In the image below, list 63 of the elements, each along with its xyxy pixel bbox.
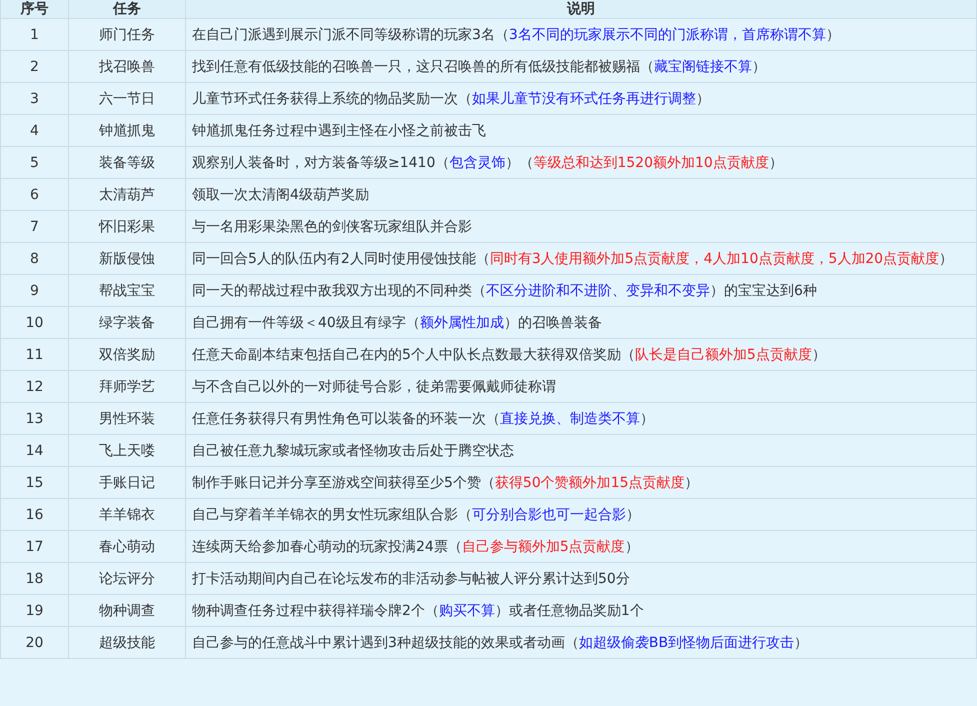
table-cell: 20: [1, 627, 69, 659]
table-cell: 师门任务: [69, 19, 186, 51]
table-cell: 男性环装: [69, 403, 186, 435]
table-cell: 双倍奖励: [69, 339, 186, 371]
description-cell: 领取一次太清阁4级葫芦奖励: [186, 179, 977, 211]
description-cell: 同一回合5人的队伍内有2人同时使用侵蚀技能（同时有3人使用额外加5点贡献度，4人加10点贡献度，5人加20点贡献度）: [186, 243, 977, 275]
table-cell: 11: [1, 339, 69, 371]
description-cell: 任意任务获得只有男性角色可以装备的环装一次（直接兑换、制造类不算）: [186, 403, 977, 435]
description-cell: 在自己门派遇到展示门派不同等级称谓的玩家3名（3名不同的玩家展示不同的门派称谓，首席称谓不算）: [186, 19, 977, 51]
table-cell: 物种调查: [69, 595, 186, 627]
description-cell: 与一名用彩果染黑色的剑侠客玩家组队并合影: [186, 211, 977, 243]
description-cell: 自己被任意九黎城玩家或者怪物攻击后处于腾空状态: [186, 435, 977, 467]
table-cell: 1: [1, 19, 69, 51]
table-cell: 14: [1, 435, 69, 467]
table-cell: 3: [1, 83, 69, 115]
table-cell: 羊羊锦衣: [69, 499, 186, 531]
column-header: 任务: [69, 0, 186, 19]
column-header: 序号: [1, 0, 69, 19]
description-cell: 连续两天给参加春心萌动的玩家投满24票（自己参与额外加5点贡献度）: [186, 531, 977, 563]
table-cell: 8: [1, 243, 69, 275]
table-cell: 装备等级: [69, 147, 186, 179]
table-cell: 拜师学艺: [69, 371, 186, 403]
table-cell: 4: [1, 115, 69, 147]
description-cell: 儿童节环式任务获得上系统的物品奖励一次（如果儿童节没有环式任务再进行调整）: [186, 83, 977, 115]
table-cell: 16: [1, 499, 69, 531]
table-cell: 5: [1, 147, 69, 179]
table-cell: 飞上天喽: [69, 435, 186, 467]
description-cell: 观察别人装备时，对方装备等级≥1410（包含灵饰）（等级总和达到1520额外加10点贡献度）: [186, 147, 977, 179]
table-cell: 18: [1, 563, 69, 595]
table-cell: 找召唤兽: [69, 51, 186, 83]
description-cell: 钟馗抓鬼任务过程中遇到主怪在小怪之前被击飞: [186, 115, 977, 147]
table-cell: 手账日记: [69, 467, 186, 499]
table-cell: 19: [1, 595, 69, 627]
table-cell: 新版侵蚀: [69, 243, 186, 275]
table-cell: 15: [1, 467, 69, 499]
description-cell: 任意天命副本结束包括自己在内的5个人中队长点数最大获得双倍奖励（队长是自己额外加5点贡献度）: [186, 339, 977, 371]
table-cell: 六一节日: [69, 83, 186, 115]
description-cell: 物种调查任务过程中获得祥瑞令牌2个（购买不算）或者任意物品奖励1个: [186, 595, 977, 627]
table-cell: 9: [1, 275, 69, 307]
table-cell: 绿字装备: [69, 307, 186, 339]
table-cell: 春心萌动: [69, 531, 186, 563]
column-header: 说明: [186, 0, 977, 19]
description-cell: 自己与穿着羊羊锦衣的男女性玩家组队合影（可分别合影也可一起合影）: [186, 499, 977, 531]
description-cell: 制作手账日记并分享至游戏空间获得至少5个赞（获得50个赞额外加15点贡献度）: [186, 467, 977, 499]
description-cell: 同一天的帮战过程中敌我双方出现的不同种类（不区分进阶和不进阶、变异和不变异）的宝宝达到6种: [186, 275, 977, 307]
table-cell: 论坛评分: [69, 563, 186, 595]
table-cell: 超级技能: [69, 627, 186, 659]
description-cell: 找到任意有低级技能的召唤兽一只，这只召唤兽的所有低级技能都被赐福（藏宝阁链接不算）: [186, 51, 977, 83]
table-cell: 6: [1, 179, 69, 211]
table-cell: 13: [1, 403, 69, 435]
table-cell: 10: [1, 307, 69, 339]
table-cell: 17: [1, 531, 69, 563]
table-cell: 2: [1, 51, 69, 83]
table-cell: 12: [1, 371, 69, 403]
table-cell: 7: [1, 211, 69, 243]
description-cell: 自己参与的任意战斗中累计遇到3种超级技能的效果或者动画（如超级偷袭BB到怪物后面进行攻击）: [186, 627, 977, 659]
table-cell: 太清葫芦: [69, 179, 186, 211]
table-cell: 帮战宝宝: [69, 275, 186, 307]
description-cell: 自己拥有一件等级＜40级且有绿字（额外属性加成）的召唤兽装备: [186, 307, 977, 339]
table-cell: 钟馗抓鬼: [69, 115, 186, 147]
description-cell: 与不含自己以外的一对师徒号合影，徒弟需要佩戴师徒称谓: [186, 371, 977, 403]
table-cell: 怀旧彩果: [69, 211, 186, 243]
description-cell: 打卡活动期间内自己在论坛发布的非活动参与帖被人评分累计达到50分: [186, 563, 977, 595]
